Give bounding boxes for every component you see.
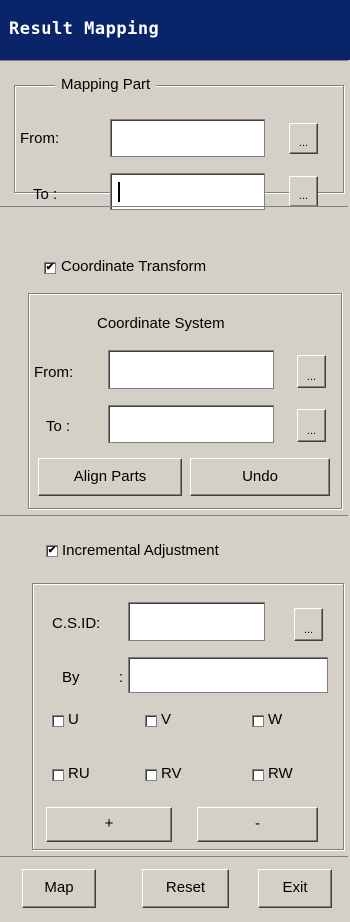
incremental-adjustment-label[interactable]: Incremental Adjustment xyxy=(62,542,219,559)
increment-plus-button[interactable]: + xyxy=(46,807,172,842)
align-parts-button[interactable]: Align Parts xyxy=(38,458,182,496)
coordinate-system-heading: Coordinate System xyxy=(97,315,225,332)
by-label: By xyxy=(62,669,80,686)
incremental-adjustment-checkbox[interactable]: ✔ xyxy=(46,545,58,557)
mapping-to-browse-button[interactable]: ... xyxy=(289,176,318,207)
coordinate-from-browse-button[interactable]: ... xyxy=(297,355,326,388)
dof-ru-checkbox[interactable] xyxy=(52,769,64,781)
incremental-adjustment-panel: ✔ Incremental Adjustment C.S.ID: ... By … xyxy=(0,515,348,857)
dof-rw-label: RW xyxy=(268,765,293,782)
csid-browse-button[interactable]: ... xyxy=(294,608,323,641)
csid-input[interactable] xyxy=(128,602,265,641)
dof-u-label: U xyxy=(68,711,79,728)
dof-rw-checkbox[interactable] xyxy=(252,769,264,781)
coordinate-to-browse-button[interactable]: ... xyxy=(297,409,326,442)
mapping-part-legend: Mapping Part xyxy=(55,76,157,93)
title-bar: Result Mapping xyxy=(0,0,350,60)
coordinate-to-input[interactable] xyxy=(108,405,274,443)
coordinate-to-label: To : xyxy=(46,418,71,435)
coordinate-from-label: From: xyxy=(34,364,74,381)
dof-v-label: V xyxy=(161,711,172,728)
by-input[interactable] xyxy=(128,657,328,693)
reset-button[interactable]: Reset xyxy=(142,869,229,908)
coordinate-transform-panel: ✔ Coordinate Transform Coordinate System… xyxy=(0,206,348,516)
window-title: Result Mapping xyxy=(9,19,160,39)
undo-button[interactable]: Undo xyxy=(190,458,330,496)
coordinate-transform-checkbox[interactable]: ✔ xyxy=(44,262,56,274)
footer-panel: Map Reset Exit xyxy=(0,856,348,921)
dof-v-checkbox[interactable] xyxy=(145,715,157,727)
dof-ru-label: RU xyxy=(68,765,90,782)
mapping-from-browse-button[interactable]: ... xyxy=(289,123,318,154)
dof-rv-label: RV xyxy=(161,765,182,782)
mapping-from-label: From: xyxy=(20,130,60,147)
mapping-to-label: To : xyxy=(33,186,57,203)
dof-u-checkbox[interactable] xyxy=(52,715,64,727)
csid-label: C.S.ID: xyxy=(52,615,101,632)
mapping-to-input[interactable] xyxy=(110,173,265,210)
by-colon: : xyxy=(119,669,124,686)
coordinate-from-input[interactable] xyxy=(108,350,274,389)
mapping-from-input[interactable] xyxy=(110,119,265,157)
text-caret xyxy=(118,182,120,202)
mapping-part-panel: Mapping Part From: ... To : ... xyxy=(0,60,348,210)
exit-button[interactable]: Exit xyxy=(258,869,332,908)
increment-minus-button[interactable]: - xyxy=(197,807,318,842)
coordinate-transform-label[interactable]: Coordinate Transform xyxy=(61,258,206,275)
mapping-to-label-text: To : xyxy=(33,186,58,203)
map-button[interactable]: Map xyxy=(22,869,96,908)
dof-w-label: W xyxy=(268,711,283,728)
dof-rv-checkbox[interactable] xyxy=(145,769,157,781)
dof-w-checkbox[interactable] xyxy=(252,715,264,727)
